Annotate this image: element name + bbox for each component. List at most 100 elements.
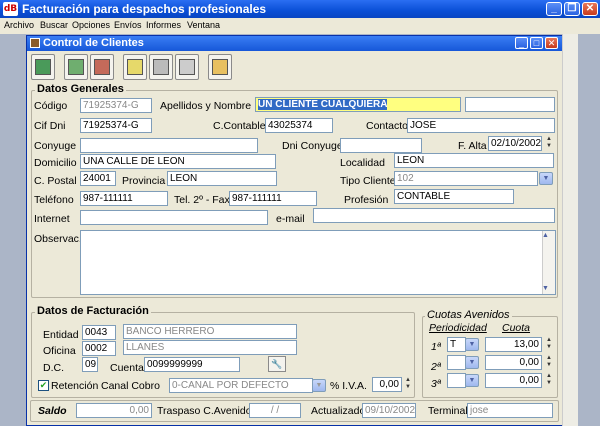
- wrench-icon: 🔧: [271, 359, 283, 369]
- tipocliente-field[interactable]: 102: [394, 171, 538, 186]
- menu-opciones[interactable]: Opciones: [72, 20, 110, 30]
- ccontable-field[interactable]: 43025374: [265, 118, 333, 133]
- billing-data-title: Datos de Facturación: [35, 305, 151, 317]
- dniconyuge-field[interactable]: [340, 138, 422, 153]
- vertical-scrollbar[interactable]: [562, 34, 578, 426]
- close-icon[interactable]: ✕: [582, 2, 598, 16]
- minimize-icon[interactable]: _: [546, 2, 562, 16]
- next-record-button[interactable]: [90, 54, 114, 80]
- cpostal-field[interactable]: 24001: [80, 171, 116, 186]
- fax-field[interactable]: 987-111111: [229, 191, 317, 206]
- child-minimize-icon[interactable]: _: [515, 37, 528, 49]
- codigo-label: Código: [34, 100, 68, 112]
- periodicidad-dropdown-icon[interactable]: ▼: [465, 374, 479, 387]
- periodicidad-dropdown-icon[interactable]: ▼: [465, 338, 479, 351]
- child-close-icon[interactable]: ✕: [545, 37, 558, 49]
- saldo-field: 0,00: [76, 403, 152, 418]
- tipocliente-dropdown-icon[interactable]: ▼: [539, 172, 553, 185]
- dc-field[interactable]: 09: [82, 357, 98, 372]
- new-icon: [153, 59, 169, 75]
- ccontable-label: C.Contable: [213, 120, 266, 132]
- cuota-spinner-icon[interactable]: ▲ ▼: [544, 355, 554, 370]
- app-logo-icon: dB: [3, 2, 18, 16]
- child-maximize-icon[interactable]: □: [530, 37, 543, 49]
- contacto-field[interactable]: JOSE: [407, 118, 555, 133]
- general-data-title: Datos Generales: [35, 83, 126, 95]
- observac-textarea[interactable]: [80, 230, 556, 295]
- periodicidad-dropdown-icon[interactable]: ▼: [465, 356, 479, 369]
- menu-archivo[interactable]: Archivo: [4, 20, 34, 30]
- cuota-field[interactable]: 13,00: [485, 337, 542, 352]
- cuota-header: Cuota: [502, 322, 531, 334]
- menu-buscar[interactable]: Buscar: [40, 20, 68, 30]
- falta-field[interactable]: 02/10/2002: [488, 136, 542, 151]
- email-field[interactable]: [313, 208, 555, 223]
- door-icon: [35, 59, 51, 75]
- previous-record-button[interactable]: [64, 54, 88, 80]
- email-label: e-mail: [276, 213, 305, 225]
- edit-record-button[interactable]: [123, 54, 147, 80]
- periodicidad-select[interactable]: [447, 373, 466, 388]
- periodicidad-select[interactable]: [447, 355, 466, 370]
- canal-dropdown-icon[interactable]: ▼: [312, 379, 326, 392]
- periodicidad-select[interactable]: T: [447, 337, 466, 352]
- apellidos-label: Apellidos y Nombre: [160, 100, 252, 112]
- internet-label: Internet: [34, 213, 70, 225]
- retencion-label: Retención: [51, 380, 99, 392]
- menu-envios[interactable]: Envíos: [114, 20, 142, 30]
- provincia-field[interactable]: LEON: [167, 171, 277, 186]
- telefono-field[interactable]: 987-111111: [80, 191, 168, 206]
- oficina-field[interactable]: 0002: [82, 341, 116, 356]
- traspaso-label: Traspaso C.Avenidos: [157, 405, 257, 417]
- scroll-down-icon[interactable]: ▼: [542, 285, 549, 292]
- menu-ventana[interactable]: Ventana: [187, 20, 220, 30]
- print-button[interactable]: [208, 54, 232, 80]
- domicilio-field[interactable]: UNA CALLE DE LEON: [80, 154, 276, 169]
- localidad-label: Localidad: [340, 157, 385, 169]
- cuota-row-label: 2ª: [431, 361, 441, 373]
- scroll-up-icon[interactable]: ▲: [542, 232, 549, 239]
- profesion-label: Profesión: [344, 194, 389, 206]
- record-next-icon: [94, 59, 110, 75]
- edit-icon: [127, 59, 143, 75]
- iva-spinner-icon[interactable]: ▲ ▼: [403, 377, 413, 392]
- falta-label: F. Alta: [458, 140, 487, 152]
- exit-button[interactable]: [31, 54, 55, 80]
- iva-field[interactable]: 0,00: [372, 377, 402, 392]
- new-record-button[interactable]: [149, 54, 173, 80]
- provincia-label: Provincia: [122, 175, 166, 187]
- conyuge-field[interactable]: [80, 138, 258, 153]
- tipocliente-label: Tipo Cliente: [340, 175, 396, 187]
- delete-record-button[interactable]: [175, 54, 199, 80]
- cuota-spinner-icon[interactable]: ▲ ▼: [544, 337, 554, 352]
- iva-label: % I.V.A.: [330, 380, 367, 392]
- terminal-label: Terminal: [428, 405, 468, 417]
- internet-field[interactable]: [80, 210, 268, 225]
- delete-icon: [179, 59, 195, 75]
- cpostal-label: C. Postal: [34, 175, 77, 187]
- profesion-field[interactable]: CONTABLE: [394, 189, 514, 204]
- restore-icon[interactable]: ❐: [564, 2, 580, 16]
- codigo-field[interactable]: 71925374-G: [80, 98, 152, 113]
- cuota-spinner-icon[interactable]: ▲ ▼: [544, 373, 554, 388]
- falta-spinner-icon[interactable]: ▲ ▼: [544, 136, 554, 151]
- retencion-checkbox[interactable]: ✔: [38, 380, 49, 391]
- entidad-name-field: BANCO HERRERO: [123, 324, 297, 339]
- cuota-field[interactable]: 0,00: [485, 355, 542, 370]
- cuenta-field[interactable]: 0099999999: [144, 357, 240, 372]
- fax-label: Tel. 2º - Fax: [174, 194, 230, 206]
- periodicidad-header: Periodicidad: [429, 322, 487, 334]
- toolbar: [28, 52, 562, 82]
- conyuge-label: Conyuge: [34, 140, 77, 152]
- apellidos-extra-field[interactable]: [465, 97, 555, 112]
- menu-bar: Archivo Buscar Opciones Envíos Informes …: [0, 18, 600, 34]
- canal-field[interactable]: 0-CANAL POR DEFECTO: [169, 378, 313, 393]
- cif-field[interactable]: 71925374-G: [80, 118, 152, 133]
- validate-account-button[interactable]: 🔧: [268, 356, 286, 372]
- cuota-field[interactable]: 0,00: [485, 373, 542, 388]
- entidad-field[interactable]: 0043: [82, 325, 116, 340]
- apellidos-field[interactable]: UN CLIENTE CUALQUIERA: [255, 97, 461, 112]
- localidad-field[interactable]: LEON: [394, 153, 554, 168]
- mdi-right-area: [578, 34, 600, 426]
- menu-informes[interactable]: Informes: [146, 20, 181, 30]
